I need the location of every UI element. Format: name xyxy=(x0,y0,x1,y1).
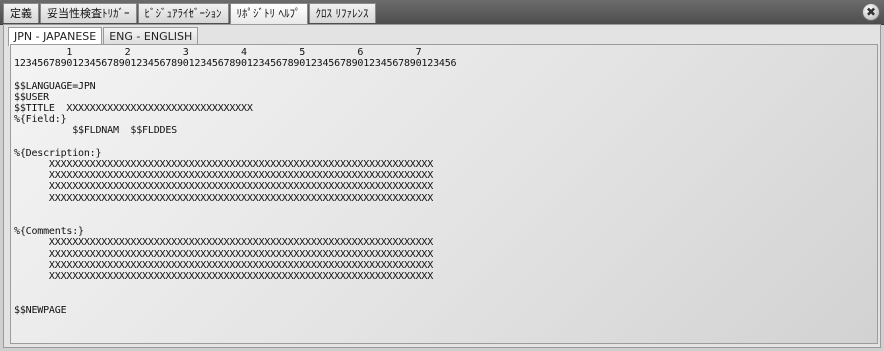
main-tabs: 定義 妥当性検査ﾄﾘｶﾞｰ ﾋﾞｼﾞｭｱﾗｲｾﾞｰｼｮﾝ ﾘﾎﾟｼﾞﾄﾘ ﾍﾙﾌ… xyxy=(3,3,377,24)
tab-cross-reference[interactable]: ｸﾛｽ ﾘﾌｧﾚﾝｽ xyxy=(308,3,376,23)
tab-eng-english[interactable]: ENG - ENGLISH xyxy=(103,27,199,45)
tab-validation-trigger[interactable]: 妥当性検査ﾄﾘｶﾞｰ xyxy=(40,3,137,23)
help-text-content[interactable]: 1 2 3 4 5 6 7 12345678901234567890123456… xyxy=(14,47,457,316)
repository-help-panel: JPN - JAPANESE ENG - ENGLISH 1 2 3 4 5 6… xyxy=(3,24,881,348)
tab-definition[interactable]: 定義 xyxy=(3,3,39,23)
help-text-editor[interactable]: 1 2 3 4 5 6 7 12345678901234567890123456… xyxy=(10,44,878,344)
close-icon[interactable]: ✖ xyxy=(862,3,880,21)
top-tab-bar: 定義 妥当性検査ﾄﾘｶﾞｰ ﾋﾞｼﾞｭｱﾗｲｾﾞｰｼｮﾝ ﾘﾎﾟｼﾞﾄﾘ ﾍﾙﾌ… xyxy=(0,0,884,25)
tab-repository-help[interactable]: ﾘﾎﾟｼﾞﾄﾘ ﾍﾙﾌﾟ xyxy=(229,3,308,24)
tab-visualization[interactable]: ﾋﾞｼﾞｭｱﾗｲｾﾞｰｼｮﾝ xyxy=(137,3,229,23)
